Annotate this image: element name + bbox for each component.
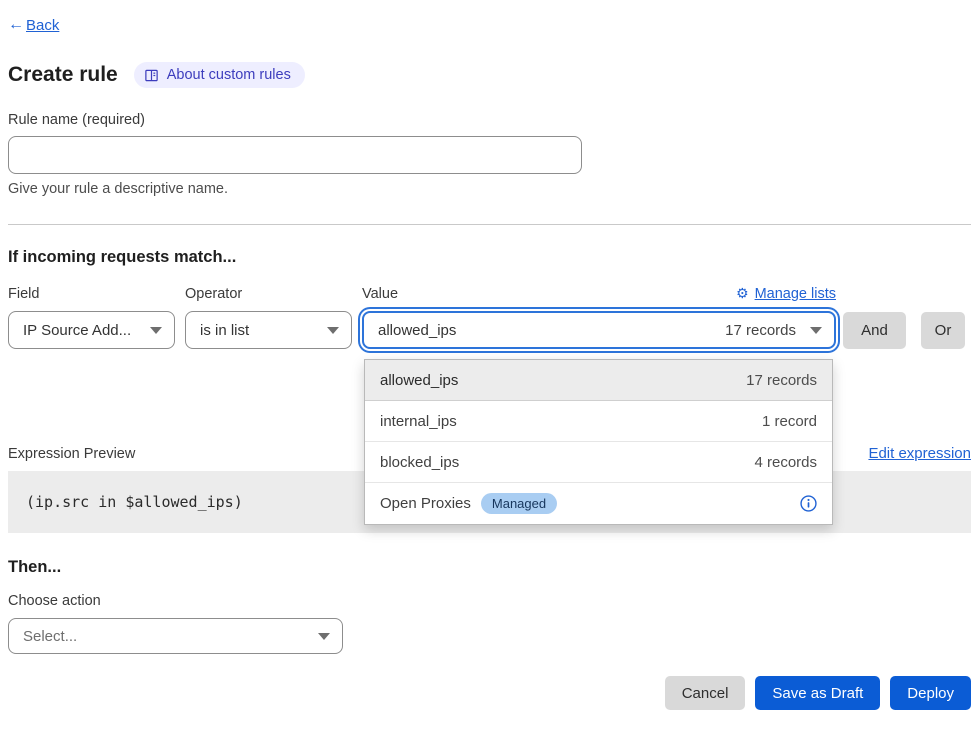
list-item-left: Open Proxies Managed: [380, 493, 557, 514]
rule-name-label: Rule name (required): [8, 112, 971, 128]
list-item-name: blocked_ips: [380, 454, 459, 471]
back-link-label: Back: [26, 17, 59, 34]
value-header: Value ⚙ Manage lists: [362, 285, 836, 302]
chevron-down-icon: [318, 633, 330, 640]
list-item-name: allowed_ips: [380, 372, 458, 389]
rule-name-input[interactable]: [8, 136, 582, 174]
managed-badge: Managed: [481, 493, 557, 514]
then-heading: Then...: [8, 558, 971, 577]
list-item-records: 1 record: [762, 413, 817, 430]
match-row: Field IP Source Add... Operator is in li…: [8, 285, 971, 349]
operator-column: Operator is in list: [185, 286, 352, 349]
info-icon[interactable]: [800, 495, 817, 512]
rule-name-help-text: Give your rule a descriptive name.: [8, 181, 971, 197]
action-select[interactable]: Select...: [8, 618, 343, 654]
field-label: Field: [8, 286, 175, 302]
book-icon: [144, 68, 159, 83]
deploy-button[interactable]: Deploy: [890, 676, 971, 710]
dropdown-item-internal-ips[interactable]: internal_ips 1 record: [365, 401, 832, 442]
match-heading: If incoming requests match...: [8, 248, 971, 267]
chevron-down-icon: [150, 327, 162, 334]
expression-preview-label: Expression Preview: [8, 446, 135, 462]
edit-expression-link[interactable]: Edit expression: [868, 445, 971, 462]
list-item-name: internal_ips: [380, 413, 457, 430]
section-divider: [8, 224, 971, 225]
footer-buttons: Cancel Save as Draft Deploy: [8, 676, 971, 710]
operator-select-value: is in list: [200, 322, 249, 339]
title-row: Create rule About custom rules: [8, 62, 971, 88]
back-link[interactable]: ←Back: [8, 16, 59, 34]
expression-code: (ip.src in $allowed_ips): [26, 493, 243, 511]
list-item-name: Open Proxies: [380, 495, 471, 512]
dropdown-item-blocked-ips[interactable]: blocked_ips 4 records: [365, 442, 832, 483]
about-custom-rules-link[interactable]: About custom rules: [134, 62, 305, 88]
dropdown-item-allowed-ips[interactable]: allowed_ips 17 records: [365, 360, 832, 401]
about-badge-label: About custom rules: [167, 67, 291, 83]
operator-label: Operator: [185, 286, 352, 302]
create-rule-page: ←Back Create rule About custom rules Rul…: [0, 0, 979, 739]
manage-lists-label: Manage lists: [755, 286, 836, 302]
list-item-records: 17 records: [746, 372, 817, 389]
field-select[interactable]: IP Source Add...: [8, 311, 175, 349]
gear-icon: ⚙: [736, 285, 749, 302]
chevron-down-icon: [327, 327, 339, 334]
value-select[interactable]: allowed_ips 17 records: [362, 311, 836, 349]
or-button[interactable]: Or: [921, 312, 965, 349]
action-select-placeholder: Select...: [23, 628, 77, 645]
value-dropdown-panel: allowed_ips 17 records internal_ips 1 re…: [364, 359, 833, 525]
manage-lists-link[interactable]: ⚙ Manage lists: [736, 285, 836, 302]
and-button[interactable]: And: [843, 312, 906, 349]
field-column: Field IP Source Add...: [8, 286, 175, 349]
value-select-records: 17 records: [725, 322, 796, 339]
choose-action-label: Choose action: [8, 593, 971, 609]
back-arrow-icon: ←: [8, 16, 24, 34]
save-as-draft-button[interactable]: Save as Draft: [755, 676, 880, 710]
value-label: Value: [362, 286, 398, 302]
value-select-value: allowed_ips: [378, 322, 725, 339]
page-title: Create rule: [8, 63, 118, 87]
dropdown-item-open-proxies[interactable]: Open Proxies Managed: [365, 483, 832, 524]
operator-select[interactable]: is in list: [185, 311, 352, 349]
value-column: Value ⚙ Manage lists allowed_ips 17 reco…: [362, 285, 836, 349]
list-item-records: 4 records: [754, 454, 817, 471]
field-select-value: IP Source Add...: [23, 322, 131, 339]
chevron-down-icon: [810, 327, 822, 334]
cancel-button[interactable]: Cancel: [665, 676, 746, 710]
